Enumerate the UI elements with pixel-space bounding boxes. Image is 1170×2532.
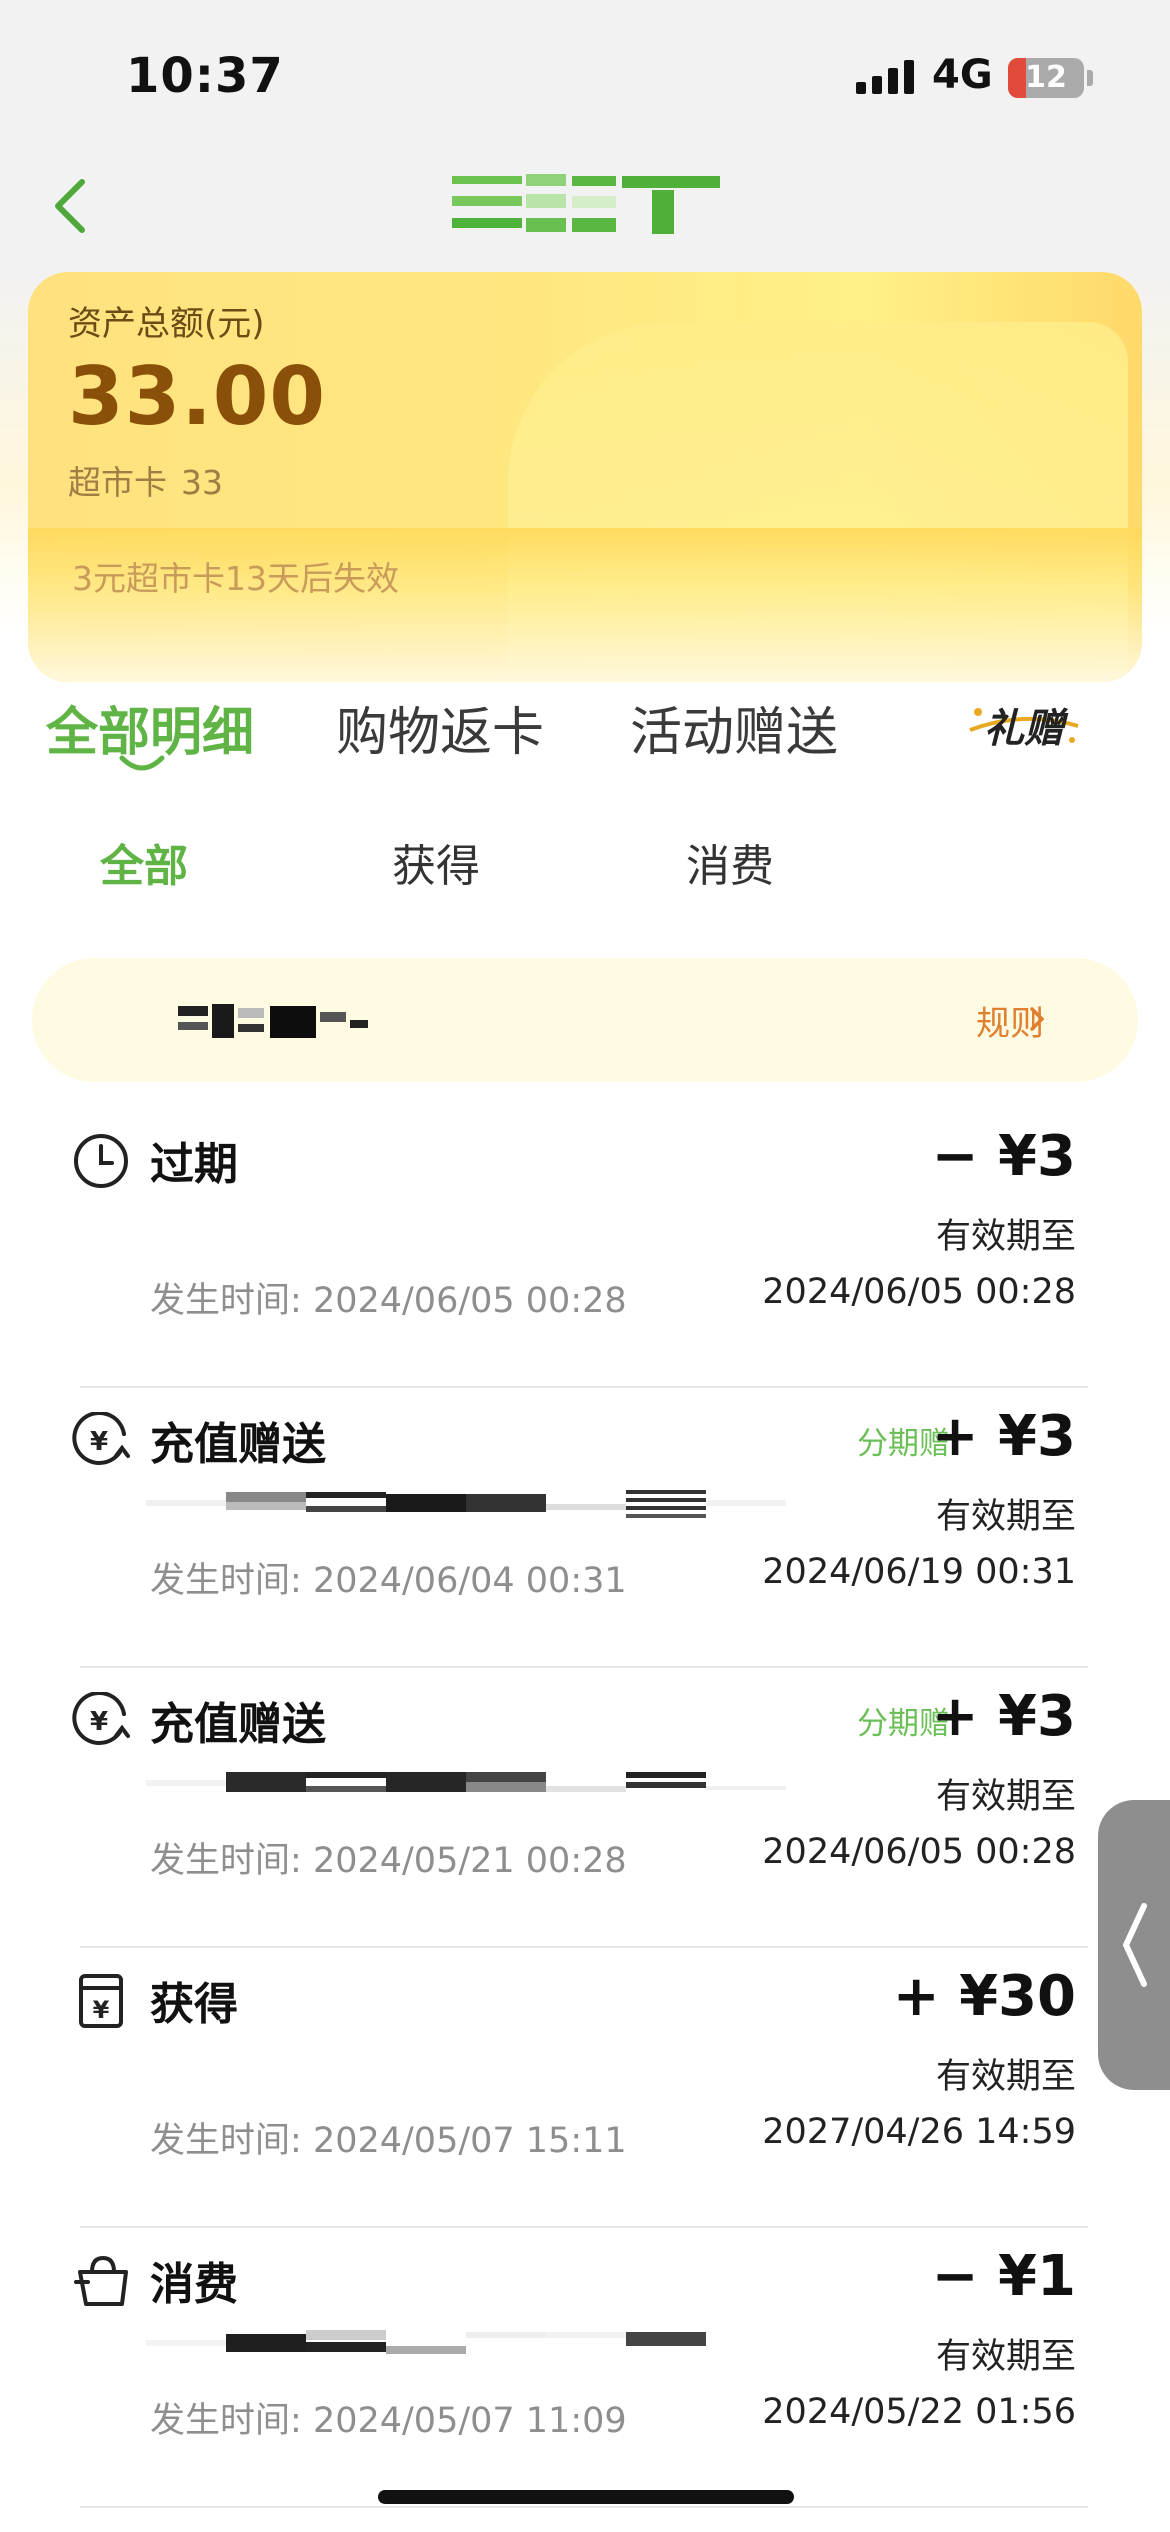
record-time-label: 发生时间: — [150, 1561, 302, 1601]
chevron-left-icon — [55, 179, 85, 233]
subtab-all[interactable]: 全部 — [100, 830, 188, 894]
record-valid-until: 2024/06/05 00:28 — [762, 1832, 1076, 1872]
record-title: 充值赠送 — [150, 1419, 326, 1470]
record-time: 2024/06/05 00:28 — [312, 1281, 627, 1321]
record-valid-until: 2024/06/05 00:28 — [762, 1272, 1076, 1312]
record-time-label: 发生时间: — [150, 1841, 302, 1881]
record-time: 2024/06/04 00:31 — [312, 1561, 627, 1601]
record-validity-label: 有效期至 — [935, 2057, 1076, 2097]
record-item[interactable]: 消费 − ¥1 有效期至 发生时间: 2024/05/07 11:09 2024… — [0, 2228, 1170, 2508]
record-time-row: 发生时间: 2024/05/07 15:11 — [150, 2112, 627, 2163]
record-time: 2024/05/21 00:28 — [312, 1841, 627, 1881]
asset-amount: 33.00 — [68, 350, 327, 443]
record-item[interactable]: ¥ 获得 + ¥30 有效期至 发生时间: 2024/05/07 15:11 2… — [0, 1948, 1170, 2228]
record-valid-until: 2027/04/26 14:59 — [762, 2112, 1076, 2152]
record-amount: − ¥1 — [931, 2244, 1076, 2309]
asset-card: 资产总额(元) 33.00 超市卡 33 3元超市卡13天后失效 — [28, 272, 1142, 682]
status-time: 10:37 — [126, 48, 284, 104]
card-balance-value: 33 — [181, 463, 223, 502]
record-item[interactable]: 过期 − ¥3 有效期至 发生时间: 2024/06/05 00:28 2024… — [0, 1108, 1170, 1388]
record-item[interactable]: ¥ 充值赠送 分期赠 + ¥3 有效期至 发生时间: 2024/06/04 00… — [0, 1388, 1170, 1668]
record-amount: + ¥3 — [931, 1684, 1076, 1749]
record-title: 过期 — [150, 1139, 238, 1190]
clock-icon — [74, 1134, 128, 1188]
record-time: 2024/05/07 15:11 — [312, 2121, 627, 2161]
record-title: 充值赠送 — [150, 1699, 326, 1750]
record-time-row: 发生时间: 2024/06/04 00:31 — [150, 1552, 627, 1603]
record-time-row: 发生时间: 2024/05/07 11:09 — [150, 2392, 627, 2443]
card-balance-row: 超市卡 33 — [68, 456, 223, 504]
record-time-row: 发生时间: 2024/06/05 00:28 — [150, 1272, 627, 1323]
record-time-label: 发生时间: — [150, 1281, 302, 1321]
back-button[interactable] — [48, 174, 96, 238]
chevron-right-icon — [1030, 1007, 1045, 1031]
network-type: 4G — [932, 52, 993, 98]
active-tab-indicator — [119, 755, 165, 771]
battery-cap — [1087, 70, 1093, 86]
top-area: 10:37 4G 12 — [0, 0, 1170, 272]
notice-banner[interactable]: 规则 — [32, 958, 1138, 1082]
record-item[interactable]: ¥ 充值赠送 分期赠 + ¥3 有效期至 发生时间: 2024/05/21 00… — [0, 1668, 1170, 1948]
tab-shopping-rebate[interactable]: 购物返卡 — [336, 690, 544, 765]
record-validity-label: 有效期至 — [935, 1777, 1076, 1817]
yuan-refresh-icon: ¥ — [72, 1692, 130, 1745]
record-amount: − ¥3 — [931, 1124, 1076, 1189]
record-title: 消费 — [150, 2259, 238, 2310]
record-valid-until: 2024/05/22 01:56 — [762, 2392, 1076, 2432]
record-time-row: 发生时间: 2024/05/21 00:28 — [150, 1832, 627, 1883]
redacted-text — [146, 1490, 786, 1518]
divider — [80, 2506, 1088, 2508]
record-amount: + ¥3 — [931, 1404, 1076, 1469]
cellular-signal-icon — [856, 60, 914, 94]
home-indicator[interactable] — [378, 2490, 794, 2504]
card-type-label: 超市卡 — [68, 463, 167, 502]
subtab-spent[interactable]: 消费 — [686, 830, 774, 894]
svg-text:¥: ¥ — [90, 1707, 108, 1737]
chevron-left-icon — [1123, 1903, 1147, 1987]
record-title: 获得 — [150, 1979, 238, 2030]
record-time: 2024/05/07 11:09 — [312, 2401, 627, 2441]
record-amount: + ¥30 — [892, 1964, 1076, 2029]
yuan-refresh-icon: ¥ — [72, 1412, 130, 1465]
side-drawer-handle[interactable] — [1098, 1800, 1170, 2090]
tab-activity-gift[interactable]: 活动赠送 — [630, 690, 838, 765]
gift-logo[interactable]: 礼赠 — [964, 696, 1084, 756]
expire-notice[interactable]: 3元超市卡13天后失效 — [72, 552, 399, 600]
app-logo-pixelated — [452, 174, 720, 234]
svg-text:¥: ¥ — [90, 1427, 108, 1457]
redacted-text — [146, 1772, 786, 1792]
svg-text:礼赠: 礼赠 — [984, 706, 1069, 752]
record-valid-until: 2024/06/19 00:31 — [762, 1552, 1076, 1592]
svg-text:¥: ¥ — [93, 1996, 110, 2024]
record-validity-label: 有效期至 — [935, 1497, 1076, 1537]
record-time-label: 发生时间: — [150, 2121, 302, 2161]
record-validity-label: 有效期至 — [935, 2337, 1076, 2377]
redacted-text — [178, 1004, 368, 1038]
record-time-label: 发生时间: — [150, 2401, 302, 2441]
shopping-bag-icon — [74, 2255, 128, 2306]
battery-icon: 12 — [1008, 58, 1084, 98]
redacted-text — [146, 2330, 706, 2354]
subtab-earned[interactable]: 获得 — [392, 830, 480, 894]
record-validity-label: 有效期至 — [935, 1217, 1076, 1257]
battery-level: 12 — [1025, 60, 1067, 95]
asset-label: 资产总额(元) — [68, 304, 265, 344]
yuan-card-icon: ¥ — [79, 1974, 123, 2028]
